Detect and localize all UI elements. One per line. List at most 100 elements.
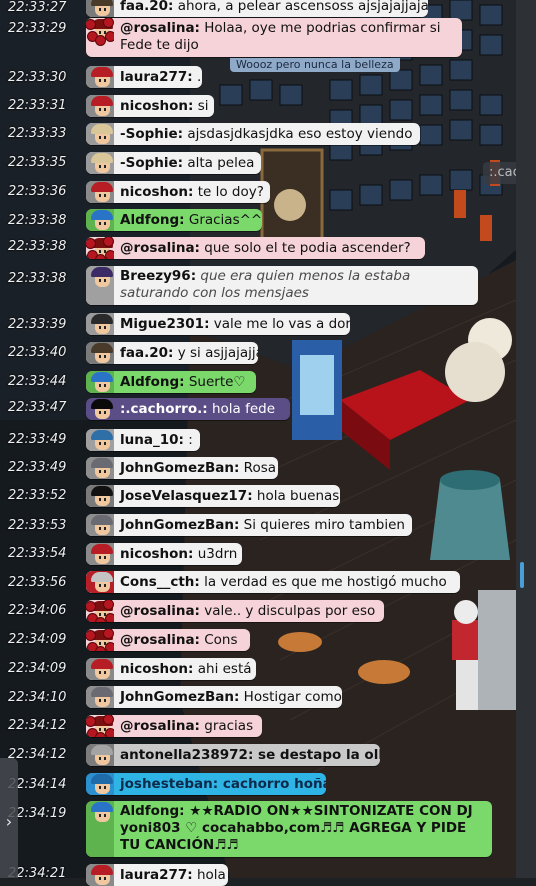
chat-username[interactable]: @rosalina:: [120, 632, 200, 648]
chat-username[interactable]: laura277:: [120, 867, 193, 883]
avatar[interactable]: [86, 629, 114, 651]
chat-scrollbar[interactable]: [516, 0, 536, 878]
avatar-eye: [104, 556, 106, 559]
scroll-thumb[interactable]: [520, 562, 524, 588]
avatar[interactable]: [86, 715, 114, 737]
chat-message-text: cachorro hoña: [218, 776, 326, 792]
avatar[interactable]: [86, 398, 114, 420]
chat-bubble[interactable]: JoseVelasquez17: hola buenas: [86, 485, 340, 507]
chat-username[interactable]: luna_10:: [120, 432, 184, 448]
avatar-head-icon: [88, 687, 113, 707]
chat-bubble[interactable]: @rosalina: Cons: [86, 629, 250, 651]
chat-bubble[interactable]: Breezy96: que era quien menos la estaba …: [86, 266, 478, 305]
chat-username[interactable]: JohnGomezBan:: [120, 460, 239, 476]
chat-bubble[interactable]: nicoshon: te lo doy?: [86, 181, 270, 203]
avatar[interactable]: [86, 181, 114, 203]
timestamp: 22:33:27: [8, 0, 67, 15]
chat-username[interactable]: Aldfong:: [120, 212, 185, 228]
chat-username[interactable]: faa.20:: [120, 0, 173, 14]
chat-username[interactable]: nicoshon:: [120, 98, 193, 114]
avatar-head-icon: [88, 430, 113, 450]
chat-bubble[interactable]: @rosalina: gracias: [86, 715, 262, 737]
avatar[interactable]: [86, 543, 114, 565]
chat-bubble[interactable]: laura277: hola: [86, 864, 228, 886]
chat-username[interactable]: @rosalina:: [120, 603, 200, 619]
chat-bubble[interactable]: joshesteban: cachorro hoña: [86, 773, 326, 795]
avatar[interactable]: [86, 457, 114, 479]
chat-bubble[interactable]: JohnGomezBan: Si quieres miro tambien: [86, 514, 412, 536]
chat-bubble[interactable]: Aldfong: ★★RADIO ON★★SINTONIZATE CON DJ …: [86, 801, 492, 857]
chat-username[interactable]: -Sophie:: [120, 126, 183, 142]
chat-bubble[interactable]: nicoshon: u3drn: [86, 543, 242, 565]
chat-username[interactable]: @rosalina:: [120, 20, 200, 36]
timestamp: 22:34:12: [8, 718, 67, 733]
expand-arrow-icon[interactable]: ›: [2, 812, 16, 832]
chat-bubble[interactable]: -Sophie: alta pelea: [86, 152, 261, 174]
avatar-eye: [104, 786, 106, 789]
avatar[interactable]: [86, 152, 114, 174]
chat-bubble[interactable]: luna_10: :: [86, 429, 200, 451]
avatar[interactable]: [86, 66, 114, 88]
chat-bubble[interactable]: Cons__cth: la verdad es que me hostigó m…: [86, 571, 460, 593]
avatar[interactable]: [86, 18, 114, 57]
chat-username[interactable]: JohnGomezBan:: [120, 689, 239, 705]
chat-username[interactable]: @rosalina:: [120, 718, 200, 734]
chat-username[interactable]: @rosalina:: [120, 240, 200, 256]
chat-bubble[interactable]: faa.20: ahora, a pelear ascensoss ajsjaj…: [86, 0, 428, 17]
chat-username[interactable]: Aldfong:: [120, 803, 185, 819]
chat-username[interactable]: nicoshon:: [120, 661, 193, 677]
chat-username[interactable]: Breezy96:: [120, 268, 196, 284]
avatar[interactable]: [86, 209, 114, 231]
avatar[interactable]: [86, 429, 114, 451]
avatar[interactable]: [86, 686, 114, 708]
avatar-eye: [99, 384, 101, 387]
avatar[interactable]: [86, 0, 114, 17]
chat-username[interactable]: Migue2301:: [120, 316, 209, 332]
avatar[interactable]: [86, 313, 114, 335]
avatar[interactable]: [86, 266, 114, 305]
chat-bubble[interactable]: -Sophie: ajsdasjdkasjdka eso estoy viend…: [86, 123, 420, 145]
chat-bubble[interactable]: antonella238972: se destapo la olla: [86, 744, 380, 766]
chat-bubble[interactable]: nicoshon: si: [86, 95, 214, 117]
avatar-hair: [91, 343, 113, 353]
chat-bubble[interactable]: nicoshon: ahi está: [86, 658, 256, 680]
avatar[interactable]: [86, 571, 114, 593]
chat-username[interactable]: joshesteban:: [120, 776, 218, 792]
avatar[interactable]: [86, 342, 114, 364]
chat-username[interactable]: -Sophie:: [120, 155, 183, 171]
chat-bubble[interactable]: JohnGomezBan: Rosa: [86, 457, 278, 479]
chat-bubble[interactable]: Migue2301: vale me lo vas a dor: [86, 313, 350, 335]
chat-bubble[interactable]: @rosalina: que solo el te podia ascender…: [86, 237, 425, 259]
chat-username[interactable]: Cons__cth:: [120, 574, 200, 590]
chat-username[interactable]: JoseVelasquez17:: [120, 488, 253, 504]
chat-username[interactable]: nicoshon:: [120, 546, 193, 562]
chat-username[interactable]: nicoshon:: [120, 184, 193, 200]
chat-bubble[interactable]: JohnGomezBan: Hostigar como?: [86, 686, 342, 708]
chat-bubble[interactable]: laura277: .: [86, 66, 202, 88]
avatar[interactable]: [86, 744, 114, 766]
avatar[interactable]: [86, 514, 114, 536]
avatar[interactable]: [86, 801, 114, 857]
avatar[interactable]: [86, 864, 114, 886]
chat-bubble[interactable]: @rosalina: Holaa, oye me podrias confirm…: [86, 18, 462, 57]
chat-bubble[interactable]: faa.20: y si asjjajajja: [86, 342, 258, 364]
chat-bubble[interactable]: Aldfong: Gracias^^: [86, 209, 262, 231]
chat-username[interactable]: JohnGomezBan:: [120, 517, 239, 533]
avatar[interactable]: [86, 485, 114, 507]
avatar[interactable]: [86, 237, 114, 259]
chat-username[interactable]: :.cachorro.:: [120, 401, 208, 417]
avatar[interactable]: [86, 371, 114, 393]
avatar[interactable]: [86, 95, 114, 117]
chat-username[interactable]: antonella238972:: [120, 747, 253, 763]
avatar[interactable]: [86, 773, 114, 795]
avatar[interactable]: [86, 658, 114, 680]
chat-username[interactable]: Aldfong:: [120, 374, 185, 390]
chat-username[interactable]: faa.20:: [120, 345, 173, 361]
chat-bubble[interactable]: :.cachorro.: hola fede: [86, 398, 290, 420]
chat-bubble[interactable]: @rosalina: vale.. y disculpas por eso: [86, 600, 384, 622]
avatar-head-icon: [88, 343, 113, 363]
chat-username[interactable]: laura277:: [120, 69, 193, 85]
avatar[interactable]: [86, 123, 114, 145]
avatar[interactable]: [86, 600, 114, 622]
chat-bubble[interactable]: Aldfong: Suerte♡: [86, 371, 256, 393]
